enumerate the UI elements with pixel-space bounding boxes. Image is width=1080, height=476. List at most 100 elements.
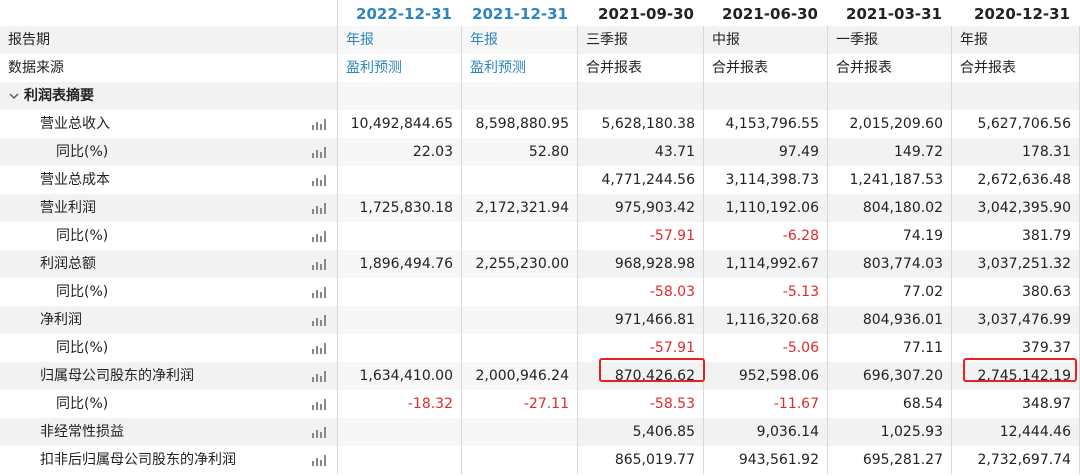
bar-chart-icon-bar <box>312 209 314 214</box>
value-cell: 803,774.03 <box>828 250 952 278</box>
bar-chart-icon[interactable] <box>312 203 326 214</box>
value-cell: -5.06 <box>704 334 828 362</box>
data-source-value: 合并报表 <box>704 54 828 82</box>
bar-chart-icon-bar <box>320 348 322 354</box>
column-header-date[interactable]: 2021-09-30 <box>578 0 704 28</box>
value-cell <box>338 222 462 250</box>
bar-chart-icon-bar <box>316 430 318 438</box>
value-cell: 12,444.46 <box>952 418 1080 446</box>
bar-chart-icon-bar <box>312 237 314 242</box>
value-cell: 348.97 <box>952 390 1080 418</box>
bar-chart-icon[interactable] <box>312 315 326 326</box>
value-cell: 52.80 <box>462 138 578 166</box>
bar-chart-icon[interactable] <box>312 147 326 158</box>
bar-chart-icon[interactable] <box>312 343 326 354</box>
table-row[interactable]: 同比(%) 22.03 52.80 43.71 97.49 149.72 178.31 <box>0 138 1080 166</box>
table-row[interactable]: 同比(%) -57.91 -6.28 74.19 381.79 <box>0 222 1080 250</box>
empty-cell <box>952 82 1080 110</box>
bar-chart-icon-bar <box>316 290 318 298</box>
table-row[interactable]: 净利润 971,466.81 1,116,320.68 804,936.01 3,037… <box>0 306 1080 334</box>
value-cell: 77.11 <box>828 334 952 362</box>
value-cell <box>462 222 578 250</box>
table-row[interactable]: 同比(%) -18.32 -27.11 -58.53 -11.67 68.54 348.97 <box>0 390 1080 418</box>
table-row[interactable]: 营业总成本 4,771,244.56 3,114,398.73 1,241,187.5… <box>0 166 1080 194</box>
bar-chart-icon[interactable] <box>312 455 326 466</box>
column-header-date[interactable]: 2021-12-31 <box>462 0 578 28</box>
table-row[interactable]: 营业利润 1,725,830.18 2,172,321.94 975,903.42 1,… <box>0 194 1080 222</box>
row-label: 同比(%) <box>0 222 338 250</box>
row-label: 营业总收入 <box>0 110 338 138</box>
value-cell: -18.32 <box>338 390 462 418</box>
value-cell: 74.19 <box>828 222 952 250</box>
column-header-date[interactable]: 2021-06-30 <box>704 0 828 28</box>
table-row[interactable]: 非经常性损益 5,406.85 9,036.14 1,025.93 12,444.46 <box>0 418 1080 446</box>
data-source-value: 盈利预测 <box>338 54 462 82</box>
bar-chart-icon[interactable] <box>312 259 326 270</box>
row-label-text: 归属母公司股东的净利润 <box>40 368 194 384</box>
value-cell: 68.54 <box>828 390 952 418</box>
value-cell: 3,114,398.73 <box>704 166 828 194</box>
row-label-text: 同比(%) <box>56 228 109 244</box>
chevron-down-icon[interactable] <box>8 90 20 102</box>
bar-chart-icon-bar <box>324 259 326 270</box>
bar-chart-icon[interactable] <box>312 371 326 382</box>
row-label-text: 同比(%) <box>56 284 109 300</box>
table-row[interactable]: 营业总收入 10,492,844.65 8,598,880.95 5,628,180.… <box>0 110 1080 138</box>
row-label: 非经常性损益 <box>0 418 338 446</box>
bar-chart-icon-bar <box>320 292 322 298</box>
value-cell: 1,241,187.53 <box>828 166 952 194</box>
bar-chart-icon-bar <box>312 433 314 438</box>
bar-chart-icon-bar <box>316 458 318 466</box>
row-label: 营业总成本 <box>0 166 338 194</box>
value-cell: 3,037,251.32 <box>952 250 1080 278</box>
value-cell: 865,019.77 <box>578 446 704 474</box>
row-label: 净利润 <box>0 306 338 334</box>
value-cell: 696,307.20 <box>828 362 952 390</box>
row-label-text: 利润总额 <box>40 256 96 272</box>
value-cell: 943,561.92 <box>704 446 828 474</box>
value-cell <box>462 166 578 194</box>
bar-chart-icon-bar <box>320 236 322 242</box>
value-cell: -57.91 <box>578 222 704 250</box>
data-source-value: 合并报表 <box>952 54 1080 82</box>
table-row[interactable]: 归属母公司股东的净利润 1,634,410.00 2,000,946.24 870,4… <box>0 362 1080 390</box>
value-cell: 952,598.06 <box>704 362 828 390</box>
table-row[interactable]: 同比(%) -57.91 -5.06 77.11 379.37 <box>0 334 1080 362</box>
bar-chart-icon[interactable] <box>312 231 326 242</box>
empty-cell <box>578 82 704 110</box>
bar-chart-icon-bar <box>324 147 326 158</box>
column-header-date[interactable]: 2020-12-31 <box>952 0 1080 28</box>
bar-chart-icon[interactable] <box>312 399 326 410</box>
table-row[interactable]: 同比(%) -58.03 -5.13 77.02 380.63 <box>0 278 1080 306</box>
bar-chart-icon[interactable] <box>312 427 326 438</box>
bar-chart-icon[interactable] <box>312 119 326 130</box>
bar-chart-icon-bar <box>316 374 318 382</box>
value-cell <box>338 166 462 194</box>
table-row[interactable]: 扣非后归属母公司股东的净利润 865,019.77 943,561.92 695,28… <box>0 446 1080 474</box>
column-header-date[interactable]: 2022-12-31 <box>338 0 462 28</box>
row-label-text: 同比(%) <box>56 144 109 160</box>
value-cell: 2,255,230.00 <box>462 250 578 278</box>
bar-chart-icon-bar <box>312 461 314 466</box>
bar-chart-icon-bar <box>316 402 318 410</box>
bar-chart-icon-bar <box>320 404 322 410</box>
bar-chart-icon-bar <box>324 343 326 354</box>
row-label-text: 非经常性损益 <box>40 424 124 440</box>
report-period-value: 年报 <box>462 26 578 54</box>
bar-chart-icon[interactable] <box>312 287 326 298</box>
column-header-date[interactable]: 2021-03-31 <box>828 0 952 28</box>
bar-chart-icon-bar <box>316 206 318 214</box>
value-cell: 1,896,494.76 <box>338 250 462 278</box>
bar-chart-icon[interactable] <box>312 175 326 186</box>
value-cell: 1,725,830.18 <box>338 194 462 222</box>
table-row[interactable]: 利润总额 1,896,494.76 2,255,230.00 968,928.98 1,… <box>0 250 1080 278</box>
section-header[interactable]: 利润表摘要 <box>0 82 338 110</box>
value-cell: 968,928.98 <box>578 250 704 278</box>
value-cell: 8,598,880.95 <box>462 110 578 138</box>
value-cell: 2,732,697.74 <box>952 446 1080 474</box>
row-label: 营业利润 <box>0 194 338 222</box>
report-period-value: 中报 <box>704 26 828 54</box>
section-row[interactable]: 利润表摘要 <box>0 82 1080 110</box>
row-label-text: 同比(%) <box>56 340 109 356</box>
value-cell: 1,114,992.67 <box>704 250 828 278</box>
